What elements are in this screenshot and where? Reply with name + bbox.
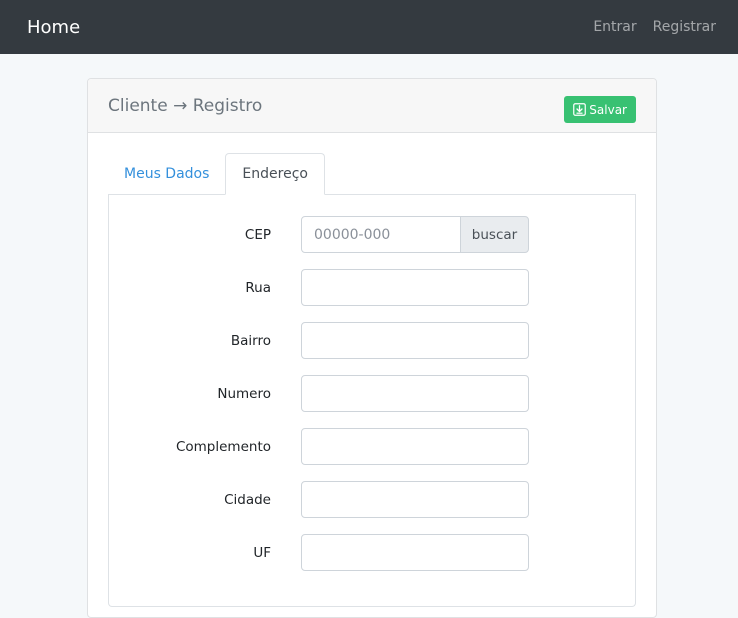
cidade-row: Cidade: [109, 481, 635, 518]
cidade-label: Cidade: [224, 491, 271, 508]
save-button-label: Salvar: [589, 102, 627, 117]
cep-label: CEP: [244, 226, 271, 243]
address-tab-pane: CEP buscar Rua Bairro Numero Complemento…: [108, 195, 636, 607]
login-link[interactable]: Entrar: [593, 19, 636, 35]
download-box-icon: [573, 103, 587, 116]
nav-links: Entrar Registrar: [593, 19, 716, 35]
tab-endereco[interactable]: Endereço: [225, 153, 325, 195]
cidade-input[interactable]: [301, 481, 529, 518]
registration-card: Cliente → Registro Salvar Meus Dados End…: [87, 78, 657, 618]
cep-input[interactable]: [301, 216, 461, 253]
complemento-input[interactable]: [301, 428, 529, 465]
register-link[interactable]: Registrar: [653, 19, 716, 35]
page-title: Cliente → Registro: [108, 95, 263, 116]
cep-row: CEP buscar: [109, 216, 635, 253]
complemento-row: Complemento: [109, 428, 635, 465]
top-navbar: Home Entrar Registrar: [0, 0, 738, 54]
numero-row: Numero: [109, 375, 635, 412]
rua-row: Rua: [109, 269, 635, 306]
numero-label: Numero: [217, 385, 271, 402]
uf-input[interactable]: [301, 534, 529, 571]
bairro-input[interactable]: [301, 322, 529, 359]
uf-label: UF: [253, 544, 271, 561]
bairro-label: Bairro: [230, 332, 271, 349]
uf-row: UF: [109, 534, 635, 571]
rua-input[interactable]: [301, 269, 529, 306]
bairro-row: Bairro: [109, 322, 635, 359]
numero-input[interactable]: [301, 375, 529, 412]
brand-home-link[interactable]: Home: [27, 17, 80, 38]
card-header: Cliente → Registro Salvar: [88, 79, 656, 133]
complemento-label: Complemento: [175, 438, 271, 455]
save-button[interactable]: Salvar: [564, 96, 636, 123]
tab-meus-dados[interactable]: Meus Dados: [108, 153, 225, 194]
search-cep-button[interactable]: buscar: [460, 216, 529, 253]
tab-bar: Meus Dados Endereço: [108, 153, 636, 195]
rua-label: Rua: [245, 279, 271, 296]
